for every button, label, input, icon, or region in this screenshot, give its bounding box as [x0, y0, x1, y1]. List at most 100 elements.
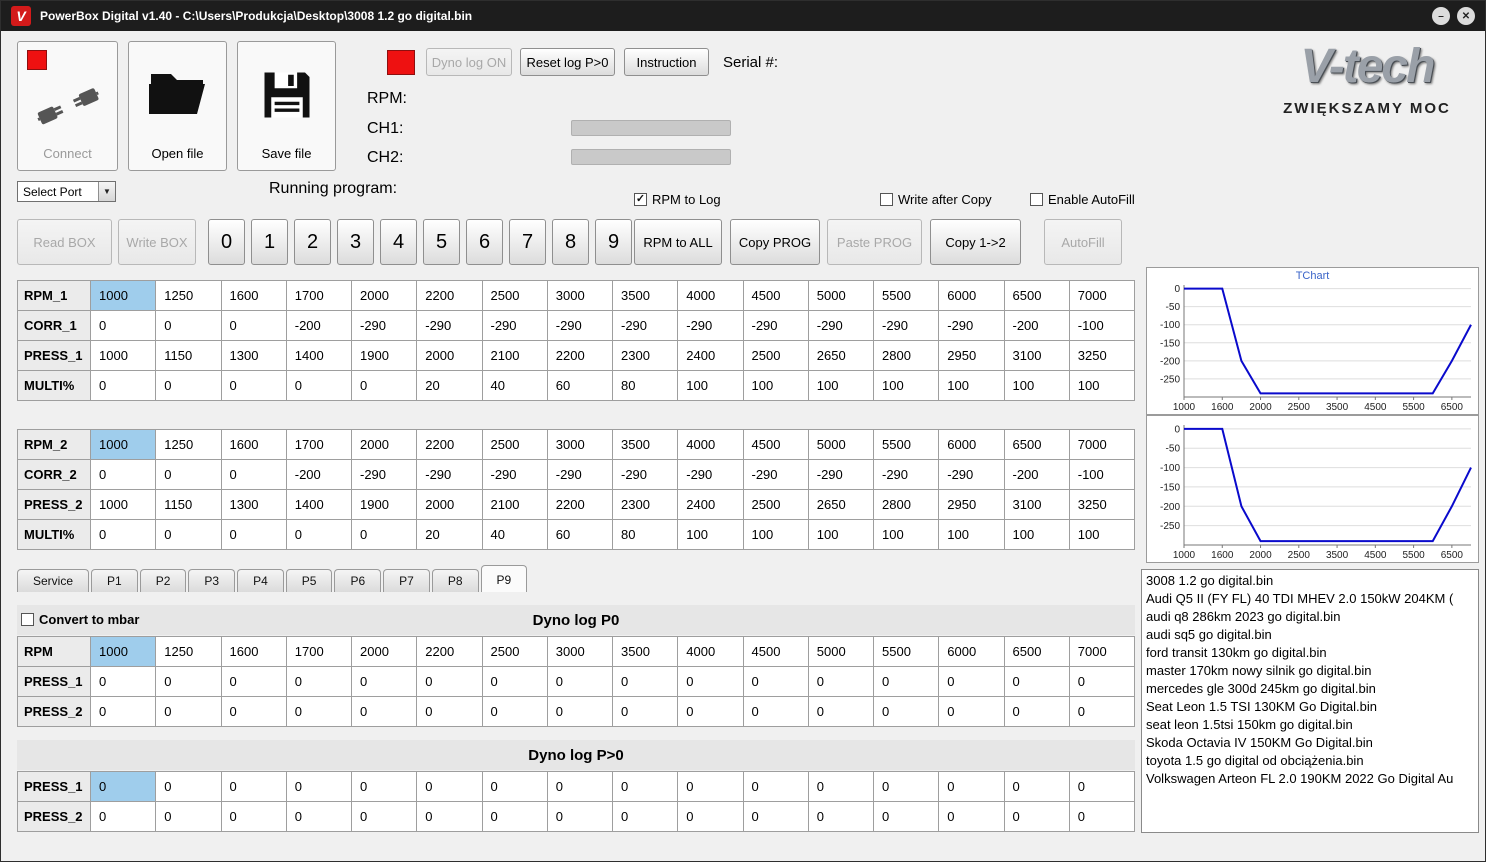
table-cell[interactable]: 0: [547, 802, 613, 832]
table-cell[interactable]: 3250: [1069, 341, 1135, 371]
table-cell[interactable]: 20: [417, 520, 483, 550]
digit-button-2[interactable]: 2: [294, 219, 331, 265]
table-cell[interactable]: 1000: [91, 430, 157, 460]
table-cell[interactable]: 2500: [482, 281, 548, 311]
table-cell[interactable]: 2400: [678, 490, 744, 520]
table-cell[interactable]: 3500: [613, 430, 679, 460]
reset-log-button[interactable]: Reset log P>0: [520, 48, 615, 76]
tab-p2[interactable]: P2: [139, 569, 187, 592]
rpm-to-all-button[interactable]: RPM to ALL: [634, 219, 722, 265]
table-cell[interactable]: 0: [874, 772, 940, 802]
table-cell[interactable]: 3100: [1004, 490, 1070, 520]
table-cell[interactable]: -290: [874, 460, 940, 490]
table-cell[interactable]: 4000: [678, 637, 744, 667]
table-cell[interactable]: 100: [1004, 520, 1070, 550]
table-cell[interactable]: 1700: [286, 637, 352, 667]
table-cell[interactable]: 80: [613, 371, 679, 401]
table-cell[interactable]: -290: [547, 311, 613, 341]
table-cell[interactable]: 1000: [91, 341, 157, 371]
table-cell[interactable]: 0: [221, 667, 287, 697]
table-cell[interactable]: -290: [482, 311, 548, 341]
table-cell[interactable]: 3100: [1004, 341, 1070, 371]
table-cell[interactable]: -290: [939, 460, 1005, 490]
table-cell[interactable]: 0: [221, 371, 287, 401]
file-list-item[interactable]: mercedes gle 300d 245km go digital.bin: [1142, 680, 1478, 698]
table-cell[interactable]: 0: [874, 802, 940, 832]
table-cell[interactable]: 2800: [874, 341, 940, 371]
close-button[interactable]: ✕: [1457, 7, 1475, 25]
tab-p5[interactable]: P5: [285, 569, 333, 592]
table-cell[interactable]: 2950: [939, 490, 1005, 520]
copy-prog-button[interactable]: Copy PROG: [730, 219, 820, 265]
table-cell[interactable]: 100: [808, 371, 874, 401]
table-cell[interactable]: 0: [221, 772, 287, 802]
digit-button-1[interactable]: 1: [251, 219, 288, 265]
table-cell[interactable]: 2400: [678, 341, 744, 371]
tab-p3[interactable]: P3: [188, 569, 236, 592]
table-cell[interactable]: 1000: [91, 637, 157, 667]
table-cell[interactable]: 1000: [91, 281, 157, 311]
table-cell[interactable]: 0: [417, 697, 483, 727]
file-list-item[interactable]: audi sq5 go digital.bin: [1142, 626, 1478, 644]
write-after-copy-checkbox[interactable]: Write after Copy: [880, 192, 992, 207]
tab-p7[interactable]: P7: [383, 569, 430, 592]
digit-button-9[interactable]: 9: [595, 219, 632, 265]
table-cell[interactable]: 0: [939, 697, 1005, 727]
table-cell[interactable]: -290: [939, 311, 1005, 341]
table-cell[interactable]: -290: [613, 460, 679, 490]
file-list-item[interactable]: master 170km nowy silnik go digital.bin: [1142, 662, 1478, 680]
table-cell[interactable]: 3250: [1069, 490, 1135, 520]
table-cell[interactable]: 4500: [743, 430, 809, 460]
table-cell[interactable]: -290: [808, 460, 874, 490]
table-cell[interactable]: -290: [613, 311, 679, 341]
table-cell[interactable]: 0: [286, 772, 352, 802]
table-cell[interactable]: 0: [91, 667, 157, 697]
rpm-to-log-checkbox[interactable]: RPM to Log: [634, 192, 721, 207]
table-cell[interactable]: 0: [91, 697, 157, 727]
table-cell[interactable]: 0: [613, 772, 679, 802]
table-cell[interactable]: 0: [221, 520, 287, 550]
table-cell[interactable]: 0: [221, 311, 287, 341]
table-cell[interactable]: 0: [808, 802, 874, 832]
table-cell[interactable]: -290: [678, 460, 744, 490]
table-cell[interactable]: 7000: [1069, 637, 1135, 667]
table-cell[interactable]: 1400: [286, 341, 352, 371]
table-cell[interactable]: 7000: [1069, 430, 1135, 460]
table-cell[interactable]: 0: [91, 460, 157, 490]
table-cell[interactable]: 1250: [156, 281, 222, 311]
table-cell[interactable]: 0: [678, 772, 744, 802]
table-cell[interactable]: 2300: [613, 341, 679, 371]
table-cell[interactable]: -200: [286, 311, 352, 341]
table-cell[interactable]: 6500: [1004, 430, 1070, 460]
table-cell[interactable]: 0: [482, 772, 548, 802]
table-cell[interactable]: 1150: [156, 341, 222, 371]
table-cell[interactable]: -200: [1004, 311, 1070, 341]
table-cell[interactable]: 6000: [939, 430, 1005, 460]
table-cell[interactable]: 0: [352, 802, 418, 832]
table-cell[interactable]: 0: [91, 311, 157, 341]
table-cell[interactable]: 60: [547, 371, 613, 401]
table-cell[interactable]: -100: [1069, 311, 1135, 341]
table-cell[interactable]: 40: [482, 371, 548, 401]
table-cell[interactable]: 100: [874, 520, 940, 550]
table-cell[interactable]: 1400: [286, 490, 352, 520]
table-cell[interactable]: 100: [1069, 520, 1135, 550]
copy-1-to-2-button[interactable]: Copy 1->2: [930, 219, 1021, 265]
table-cell[interactable]: 0: [743, 802, 809, 832]
table-cell[interactable]: 0: [1004, 802, 1070, 832]
table-cell[interactable]: 0: [286, 520, 352, 550]
table-cell[interactable]: -290: [808, 311, 874, 341]
table-cell[interactable]: 0: [1004, 697, 1070, 727]
table-cell[interactable]: 1250: [156, 430, 222, 460]
table-cell[interactable]: -200: [286, 460, 352, 490]
file-list-item[interactable]: 3008 1.2 go digital.bin: [1142, 572, 1478, 590]
table-cell[interactable]: 0: [352, 520, 418, 550]
tab-p9[interactable]: P9: [480, 565, 528, 592]
table-cell[interactable]: 3000: [547, 430, 613, 460]
table-cell[interactable]: -290: [482, 460, 548, 490]
table-cell[interactable]: 60: [547, 520, 613, 550]
table-cell[interactable]: 1900: [352, 490, 418, 520]
table-cell[interactable]: 1600: [221, 430, 287, 460]
table-cell[interactable]: 0: [939, 667, 1005, 697]
table-cell[interactable]: 0: [613, 802, 679, 832]
